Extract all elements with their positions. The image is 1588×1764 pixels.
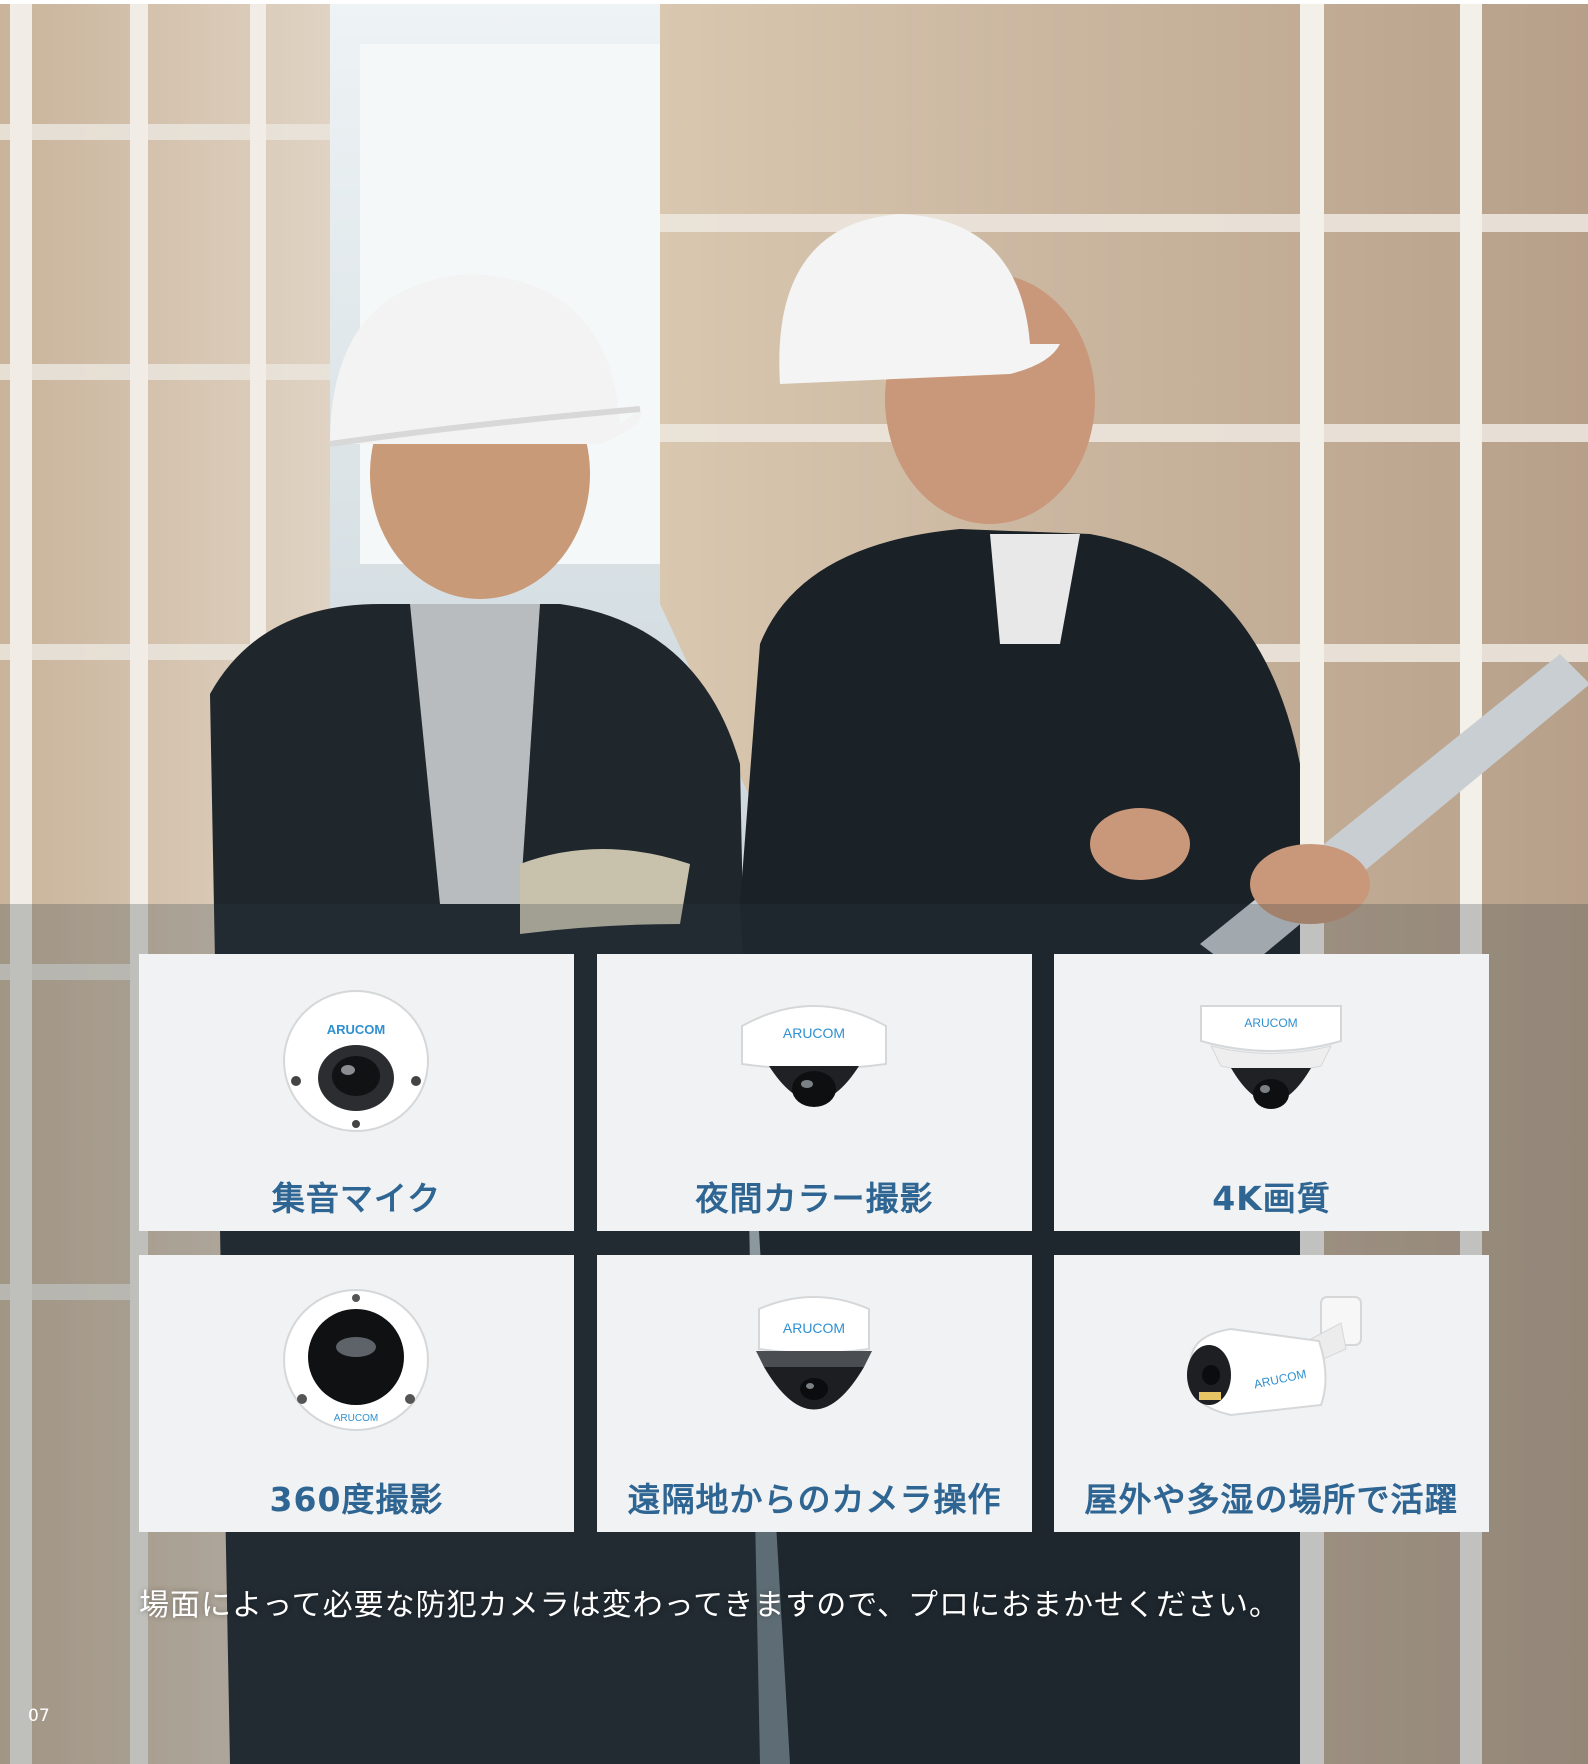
brand-logo-text: ARUCOM [327, 1022, 386, 1037]
feature-card-night-color: ARUCOM 夜間カラー撮影 [597, 954, 1032, 1231]
ptz-camera-icon: ARUCOM [756, 1296, 872, 1410]
brand-logo-text: ARUCOM [1244, 1016, 1297, 1030]
feature-card-mic: ARUCOM 集音マイク [139, 954, 574, 1231]
fisheye-camera-icon: ARUCOM [283, 1289, 429, 1431]
brand-logo-text: ARUCOM [783, 1025, 845, 1041]
dome-camera-icon: ARUCOM [741, 1005, 887, 1107]
bullet-camera-icon: ARUCOM [1187, 1296, 1362, 1417]
feature-label: 夜間カラー撮影 [695, 1179, 934, 1218]
brand-logo-text: ARUCOM [783, 1320, 845, 1336]
page-number: 07 [28, 1706, 50, 1726]
caption-text: 場面によって必要な防犯カメラは変わってきますので、プロにおまかせください。 [139, 1588, 1280, 1623]
feature-label: 4K画質 [1212, 1179, 1331, 1218]
feature-label: 集音マイク [271, 1179, 442, 1218]
feature-card-4k: ARUCOM 4K画質 [1054, 954, 1489, 1231]
vandal-dome-camera-icon: ARUCOM [1200, 1005, 1342, 1109]
mini-dome-camera-icon: ARUCOM [283, 990, 429, 1132]
feature-label: 360度撮影 [269, 1480, 444, 1519]
page: ARUCOM 集音マイク ARUCOM 夜間カラー撮影 ARUCOM 4K画質 [0, 0, 1588, 1764]
feature-label: 屋外や多湿の場所で活躍 [1084, 1480, 1459, 1519]
feature-card-outdoor: ARUCOM 屋外や多湿の場所で活躍 [1054, 1255, 1489, 1532]
feature-card-remote: ARUCOM 遠隔地からのカメラ操作 [597, 1255, 1032, 1532]
brand-logo-text: ARUCOM [334, 1413, 378, 1424]
feature-card-360: ARUCOM 360度撮影 [139, 1255, 574, 1532]
feature-label: 遠隔地からのカメラ操作 [627, 1480, 1002, 1519]
